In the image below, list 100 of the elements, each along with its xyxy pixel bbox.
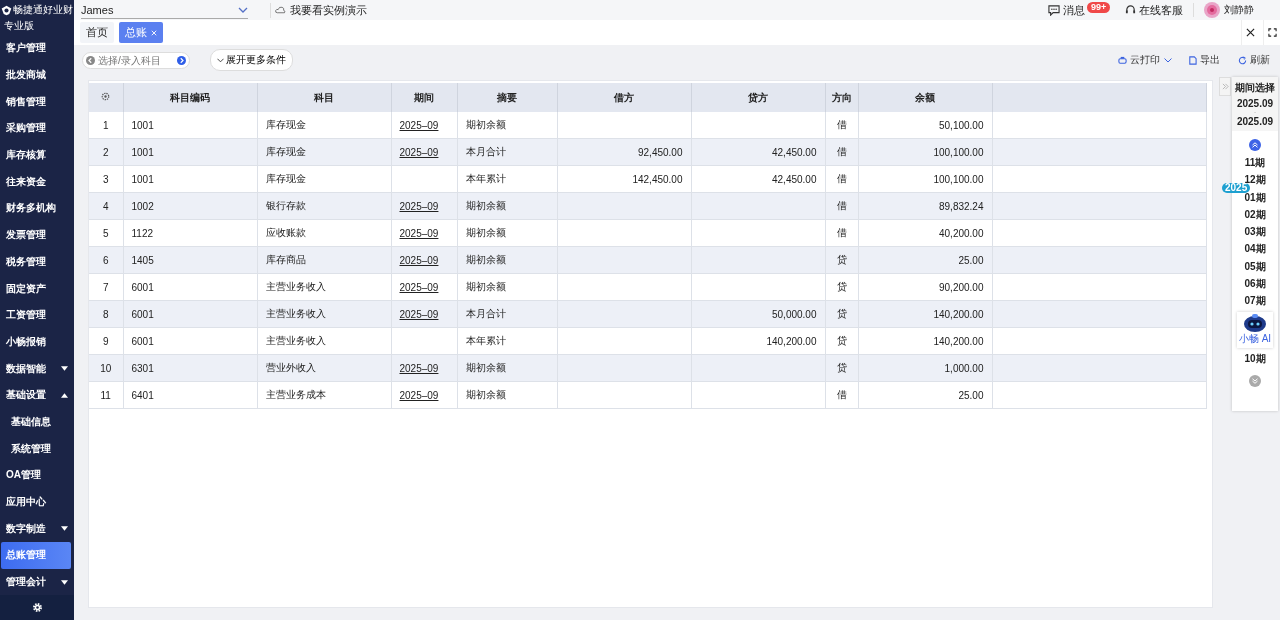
subject-selector[interactable]: 选择/录入科目 xyxy=(82,51,190,69)
table-cell: 1001 xyxy=(131,119,154,131)
table-cell: 25.00 xyxy=(958,389,984,401)
chevron-down-icon xyxy=(238,6,248,13)
sidebar-item[interactable]: 管理会计 xyxy=(0,568,74,596)
table-cell: 140,200.00 xyxy=(933,308,984,320)
table-cell: 1405 xyxy=(131,254,154,266)
period-item[interactable]: 04期 xyxy=(1244,240,1266,258)
table-cell: 期初余额 xyxy=(465,389,506,400)
sidebar-item[interactable]: 应用中心 xyxy=(0,488,74,516)
table-cell: 期初余额 xyxy=(465,119,506,130)
row-number: 7 xyxy=(102,281,109,293)
period-item[interactable]: 06期 xyxy=(1244,275,1266,293)
dropdown-caret-icon[interactable] xyxy=(1164,57,1172,63)
period-link[interactable]: 2025–09 xyxy=(399,389,439,401)
sidebar-item[interactable]: OA管理 xyxy=(0,462,74,489)
chevron-left-icon[interactable] xyxy=(86,54,95,66)
period-item[interactable]: 03期 xyxy=(1244,223,1266,241)
close-icon[interactable] xyxy=(1245,28,1255,37)
period-item[interactable]: 10期 xyxy=(1244,349,1266,367)
table-cell: 营业外收入 xyxy=(265,362,316,373)
demo-link[interactable]: 我要看实例演示 xyxy=(290,2,367,18)
sidebar-item[interactable]: 工资管理 xyxy=(0,301,74,329)
brand-name: 畅捷通好业财 xyxy=(13,3,73,17)
table-cell: 贷 xyxy=(836,335,847,346)
messages-link[interactable]: 消息 xyxy=(1063,2,1085,18)
sidebar-item[interactable]: 发票管理 xyxy=(0,221,74,249)
sidebar-subitem[interactable]: 系统管理 xyxy=(0,435,74,462)
ai-assistant-button[interactable]: 小畅 AI xyxy=(1236,311,1274,348)
period-item[interactable]: 07期 xyxy=(1244,292,1266,310)
sidebar-item[interactable]: 基础设置 xyxy=(0,381,74,409)
refresh-button[interactable]: 刷新 xyxy=(1236,53,1272,67)
scroll-up-icon[interactable] xyxy=(1249,139,1261,151)
table-cell: 库存现金 xyxy=(265,146,306,157)
sidebar-item[interactable]: 销售管理 xyxy=(0,88,74,116)
column-header[interactable]: 科目 xyxy=(314,91,334,103)
period-to[interactable]: 2025.09 xyxy=(1236,116,1274,127)
sidebar-subitem[interactable]: 基础信息 xyxy=(0,408,74,436)
row-number: 3 xyxy=(102,173,109,185)
table-cell: 90,200.00 xyxy=(939,281,984,293)
period-item[interactable]: 11期 xyxy=(1244,154,1266,172)
service-link[interactable]: 在线客服 xyxy=(1139,2,1183,18)
year-badge: 2025 xyxy=(1222,182,1251,193)
sidebar-item[interactable]: 小畅报销 xyxy=(0,328,74,356)
period-link[interactable]: 2025–09 xyxy=(399,281,439,293)
page-tab[interactable]: 总账 xyxy=(119,22,163,43)
sidebar-item[interactable]: 固定资产 xyxy=(0,275,74,302)
table-cell: 50,000.00 xyxy=(772,308,817,320)
column-header[interactable]: 科目编码 xyxy=(170,91,210,103)
table-cell: 期初余额 xyxy=(465,254,506,265)
row-number: 9 xyxy=(102,335,109,347)
table-cell: 92,450.00 xyxy=(638,146,683,158)
account-select[interactable]: James xyxy=(81,1,248,19)
sidebar-item[interactable]: 批发商城 xyxy=(0,61,74,89)
subject-field[interactable]: 选择/录入科目 xyxy=(98,54,174,66)
table-cell: 6001 xyxy=(131,335,154,347)
sidebar-item[interactable]: 财务多机构 xyxy=(0,195,74,222)
sidebar-item[interactable]: 数据智能 xyxy=(0,355,74,382)
table-cell: 6301 xyxy=(131,362,154,374)
sidebar-item[interactable]: 数字制造 xyxy=(0,515,74,543)
sidebar-item[interactable]: 往来资金 xyxy=(0,168,74,196)
print-button[interactable]: 云打印 xyxy=(1116,53,1162,67)
column-header[interactable]: 期间 xyxy=(414,91,434,103)
cloud-icon xyxy=(275,6,286,14)
column-header[interactable]: 摘要 xyxy=(497,91,517,103)
sidebar-item[interactable]: 客户管理 xyxy=(0,35,74,62)
column-header[interactable]: 贷方 xyxy=(748,91,768,103)
table-cell: 1,000.00 xyxy=(944,362,984,374)
table-cell: 6001 xyxy=(131,281,154,293)
table-cell: 6401 xyxy=(131,389,154,401)
more-filters-button[interactable]: 展开更多条件 xyxy=(210,49,293,71)
page-tab[interactable]: 首页 xyxy=(80,22,114,43)
sidebar-item[interactable]: 采购管理 xyxy=(0,115,74,142)
table-cell: 库存商品 xyxy=(265,254,306,265)
period-from[interactable]: 2025.09 xyxy=(1236,98,1274,109)
period-item[interactable]: 05期 xyxy=(1244,257,1266,276)
period-link[interactable]: 2025–09 xyxy=(399,119,439,131)
table-cell: 25.00 xyxy=(958,254,984,266)
period-item[interactable]: 02期 xyxy=(1244,205,1266,224)
sidebar-item[interactable]: 税务管理 xyxy=(0,248,74,276)
double-chevron-icon xyxy=(1221,83,1229,90)
table-cell: 银行存款 xyxy=(265,200,306,211)
table-cell: 50,100.00 xyxy=(939,119,984,131)
column-header[interactable]: 借方 xyxy=(614,91,634,103)
table-cell: 40,200.00 xyxy=(939,227,984,239)
table-cell: 应收账款 xyxy=(265,227,306,238)
table-cell: 库存现金 xyxy=(265,173,306,184)
document-icon xyxy=(1188,55,1197,65)
fullscreen-icon[interactable] xyxy=(1267,28,1277,37)
chevron-right-icon[interactable] xyxy=(177,54,186,66)
sidebar-item[interactable]: 总账管理 xyxy=(1,542,71,569)
period-link[interactable]: 2025–09 xyxy=(399,227,439,239)
export-button[interactable]: 导出 xyxy=(1186,53,1222,67)
table-cell: 期初余额 xyxy=(465,227,506,238)
row-number: 1 xyxy=(102,119,109,131)
row-number: 2 xyxy=(102,146,109,158)
sidebar-item[interactable]: 库存核算 xyxy=(0,141,74,169)
avatar-icon[interactable] xyxy=(1204,2,1220,18)
column-header[interactable]: 余额 xyxy=(915,91,935,103)
table-cell: 主营业务收入 xyxy=(265,335,326,346)
